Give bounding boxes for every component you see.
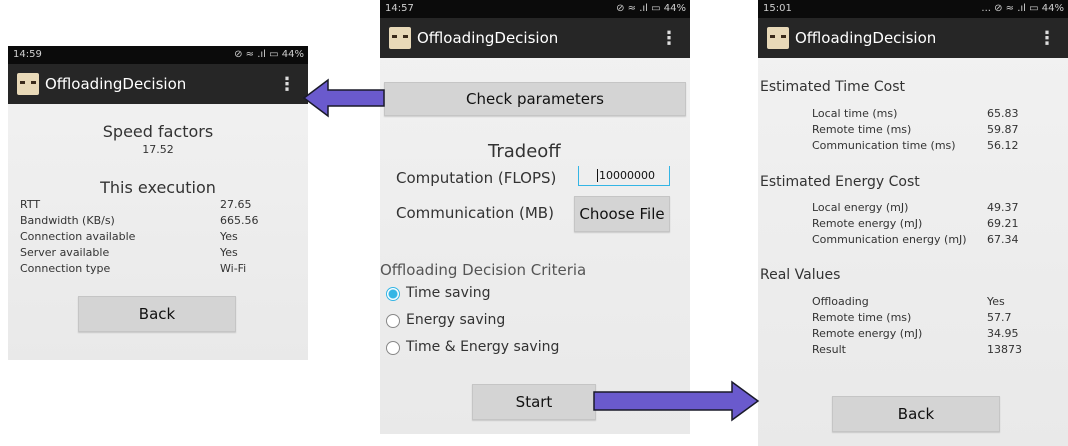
this-execution-heading: This execution: [100, 178, 216, 197]
row-label: Local time (ms): [812, 107, 898, 120]
row-label: Result: [812, 343, 846, 356]
row-label: RTT: [20, 198, 41, 211]
app-title: OffloadingDecision: [417, 29, 559, 47]
middle-screen: 14:57 ⊘ ≈ .ıl ▭ 44% OffloadingDecision ⋮…: [380, 0, 690, 434]
start-button[interactable]: Start: [472, 384, 596, 420]
speed-factors-value: 17.52: [142, 143, 174, 156]
row-value: Yes: [987, 295, 1005, 308]
overflow-menu-icon[interactable]: ⋮: [1038, 28, 1056, 49]
row-label: Communication time (ms): [812, 139, 956, 152]
app-logo-icon: [389, 27, 411, 49]
app-logo-icon: [767, 27, 789, 49]
status-bar: 14:59 ⊘ ≈ .ıl ▭ 44%: [8, 46, 308, 64]
back-button[interactable]: Back: [78, 296, 236, 332]
status-time: 14:59: [13, 49, 42, 60]
row-value: Yes: [220, 230, 238, 243]
status-icons: ⊘ ≈ .ıl ▭ 44%: [616, 3, 686, 14]
real-values-heading: Real Values: [760, 267, 841, 283]
arrow-left-icon: [302, 78, 385, 118]
app-logo-icon: [17, 73, 39, 95]
row-value: 69.21: [987, 217, 1019, 230]
estimated-time-heading: Estimated Time Cost: [760, 79, 906, 95]
row-label: Remote time (ms): [812, 311, 912, 324]
row-label: Bandwidth (KB/s): [20, 214, 115, 227]
row-value: 13873: [987, 343, 1022, 356]
status-icons: ⊘ ≈ .ıl ▭ 44%: [234, 49, 304, 60]
left-screen: 14:59 ⊘ ≈ .ıl ▭ 44% OffloadingDecision ⋮…: [8, 46, 308, 360]
radio-empty-icon: [386, 341, 400, 355]
status-time: 15:01: [763, 3, 792, 14]
back-button[interactable]: Back: [832, 396, 1000, 432]
row-value: 34.95: [987, 327, 1019, 340]
row-value: 27.65: [220, 198, 252, 211]
row-value: 57.7: [987, 311, 1012, 324]
computation-value: 10000000: [597, 169, 655, 182]
tradeoff-heading: Tradeoff: [488, 141, 561, 162]
row-value: Yes: [220, 246, 238, 259]
estimated-energy-heading: Estimated Energy Cost: [760, 174, 920, 190]
row-value: 56.12: [987, 139, 1019, 152]
criteria-heading: Offloading Decision Criteria: [380, 261, 587, 279]
app-bar: OffloadingDecision ⋮: [758, 18, 1068, 58]
status-time: 14:57: [385, 3, 414, 14]
radio-label: Energy saving: [406, 312, 506, 328]
arrow-right-icon: [593, 380, 760, 422]
row-label: Local energy (mJ): [812, 201, 909, 214]
row-value: 59.87: [987, 123, 1019, 136]
app-title: OffloadingDecision: [795, 29, 937, 47]
overflow-menu-icon[interactable]: ⋮: [278, 74, 296, 95]
radio-selected-icon: [386, 287, 400, 301]
row-value: 665.56: [220, 214, 259, 227]
row-label: Connection available: [20, 230, 136, 243]
status-icons: ... ⊘ ≈ .ıl ▭ 44%: [981, 3, 1064, 14]
choose-file-button[interactable]: Choose File: [574, 196, 670, 232]
app-bar: OffloadingDecision ⋮: [380, 18, 690, 58]
overflow-menu-icon[interactable]: ⋮: [660, 28, 678, 49]
computation-input[interactable]: 10000000: [578, 166, 670, 186]
row-label: Offloading: [812, 295, 869, 308]
radio-label: Time & Energy saving: [406, 339, 560, 355]
row-value: 49.37: [987, 201, 1019, 214]
status-bar: 14:57 ⊘ ≈ .ıl ▭ 44%: [380, 0, 690, 18]
speed-factors-heading: Speed factors: [102, 122, 214, 141]
radio-label: Time saving: [406, 285, 491, 301]
radio-empty-icon: [386, 314, 400, 328]
communication-label: Communication (MB): [396, 204, 554, 222]
row-label: Remote energy (mJ): [812, 217, 923, 230]
status-bar: 15:01 ... ⊘ ≈ .ıl ▭ 44%: [758, 0, 1068, 18]
check-parameters-button[interactable]: Check parameters: [384, 82, 686, 116]
row-label: Remote time (ms): [812, 123, 912, 136]
row-label: Server available: [20, 246, 110, 259]
row-label: Remote energy (mJ): [812, 327, 923, 340]
row-value: Wi-Fi: [220, 262, 247, 275]
app-bar: OffloadingDecision ⋮: [8, 64, 308, 104]
row-value: 67.34: [987, 233, 1019, 246]
computation-label: Computation (FLOPS): [396, 169, 557, 187]
row-value: 65.83: [987, 107, 1019, 120]
app-title: OffloadingDecision: [45, 75, 187, 93]
row-label: Communication energy (mJ): [812, 233, 967, 246]
right-screen: 15:01 ... ⊘ ≈ .ıl ▭ 44% OffloadingDecisi…: [758, 0, 1068, 446]
row-label: Connection type: [20, 262, 111, 275]
